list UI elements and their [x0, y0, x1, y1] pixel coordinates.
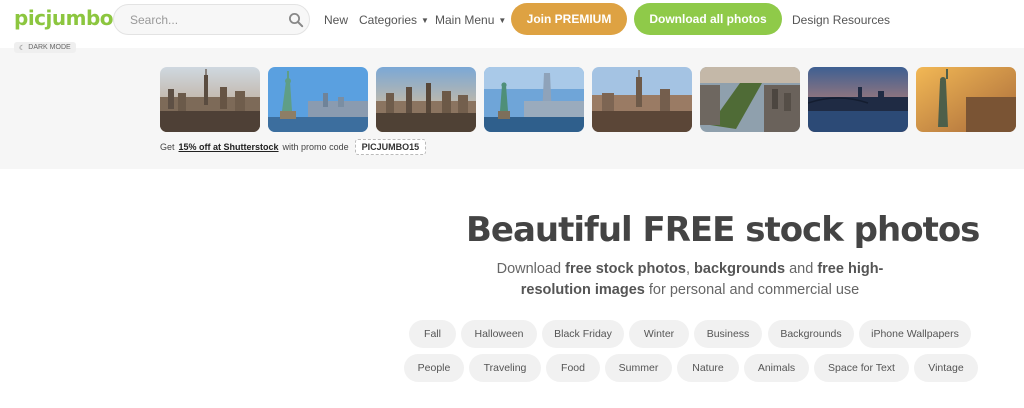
download-all-button[interactable]: Download all photos: [634, 3, 782, 35]
tag-chip[interactable]: Nature: [677, 354, 739, 382]
caret-down-icon: ▼: [421, 16, 429, 25]
nav-new[interactable]: New: [324, 13, 348, 27]
photo-thumbnail[interactable]: [376, 67, 476, 132]
promo-prefix: Get: [160, 142, 175, 152]
hero-subtitle-text: ,: [685, 261, 695, 277]
tag-chip[interactable]: People: [404, 354, 464, 382]
photo-thumbnail[interactable]: [160, 67, 260, 132]
photo-image: [160, 67, 260, 132]
photo-thumbnail[interactable]: [592, 67, 692, 132]
hero-subtitle: Download free stock photos, backgrounds …: [480, 259, 900, 301]
tag-chip[interactable]: Business: [694, 320, 762, 348]
tag-chip[interactable]: Food: [546, 354, 600, 382]
promo-photo-strip: Get 15% off at Shutterstock with promo c…: [0, 48, 1024, 169]
tag-chip[interactable]: Traveling: [469, 354, 541, 382]
nav-categories-label: Categories: [359, 13, 418, 27]
tag-chip[interactable]: Vintage: [914, 354, 978, 382]
photo-image: [592, 67, 692, 132]
hero-subtitle-bold: backgrounds: [694, 261, 786, 277]
photo-image: [376, 67, 476, 132]
hero-title: Beautiful FREE stock photos: [466, 210, 980, 250]
tag-chip[interactable]: iPhone Wallpapers: [859, 320, 971, 348]
top-navigation: picjumbo New Categories▼ Main Menu▼ Join…: [0, 0, 1024, 40]
hero-subtitle-text: and: [785, 261, 818, 277]
tag-chip[interactable]: Space for Text: [814, 354, 909, 382]
photo-image: [268, 67, 368, 132]
moon-icon: ☾: [19, 44, 26, 52]
site-logo[interactable]: picjumbo: [14, 6, 114, 30]
caret-down-icon: ▼: [498, 16, 507, 25]
tag-chip[interactable]: Animals: [744, 354, 809, 382]
photo-thumbnail[interactable]: [700, 67, 800, 132]
search-input[interactable]: [130, 12, 280, 28]
nav-main-menu-label: Main Menu: [435, 13, 495, 27]
dark-mode-label: DARK MODE: [28, 44, 71, 51]
photo-thumbnail[interactable]: [916, 67, 1016, 132]
photo-thumbnail[interactable]: [268, 67, 368, 132]
photo-thumbnail[interactable]: [484, 67, 584, 132]
promo-code-badge[interactable]: PICJUMBO15: [354, 139, 427, 155]
photo-image: [700, 67, 800, 132]
hero-subtitle-bold: free stock photos: [565, 261, 686, 277]
photo-image: [484, 67, 584, 132]
nav-categories[interactable]: Categories ▼: [359, 13, 429, 27]
tag-chip[interactable]: Winter: [629, 320, 689, 348]
photo-image: [808, 67, 908, 132]
hero-subtitle-text: for personal and commercial use: [644, 282, 860, 298]
nav-main-menu[interactable]: Main Menu ▼: [435, 13, 506, 27]
tag-chip[interactable]: Halloween: [461, 320, 537, 348]
tag-chip[interactable]: Fall: [409, 320, 456, 348]
shutterstock-discount-link[interactable]: 15% off at Shutterstock: [179, 142, 279, 152]
search-icon[interactable]: [288, 12, 304, 28]
hero-subtitle-text: Download: [496, 261, 566, 277]
shutterstock-promo: Get 15% off at Shutterstock with promo c…: [160, 139, 427, 155]
promo-middle: with promo code: [282, 142, 349, 152]
tag-chip[interactable]: Black Friday: [542, 320, 624, 348]
join-premium-button[interactable]: Join PREMIUM: [511, 3, 627, 35]
tag-chip[interactable]: Summer: [605, 354, 672, 382]
photo-image: [916, 67, 1016, 132]
photo-thumbnail[interactable]: [808, 67, 908, 132]
search-box: [113, 4, 310, 35]
nav-design-resources[interactable]: Design Resources: [792, 13, 890, 27]
dark-mode-toggle[interactable]: ☾ DARK MODE: [14, 42, 76, 53]
tag-chip[interactable]: Backgrounds: [768, 320, 854, 348]
